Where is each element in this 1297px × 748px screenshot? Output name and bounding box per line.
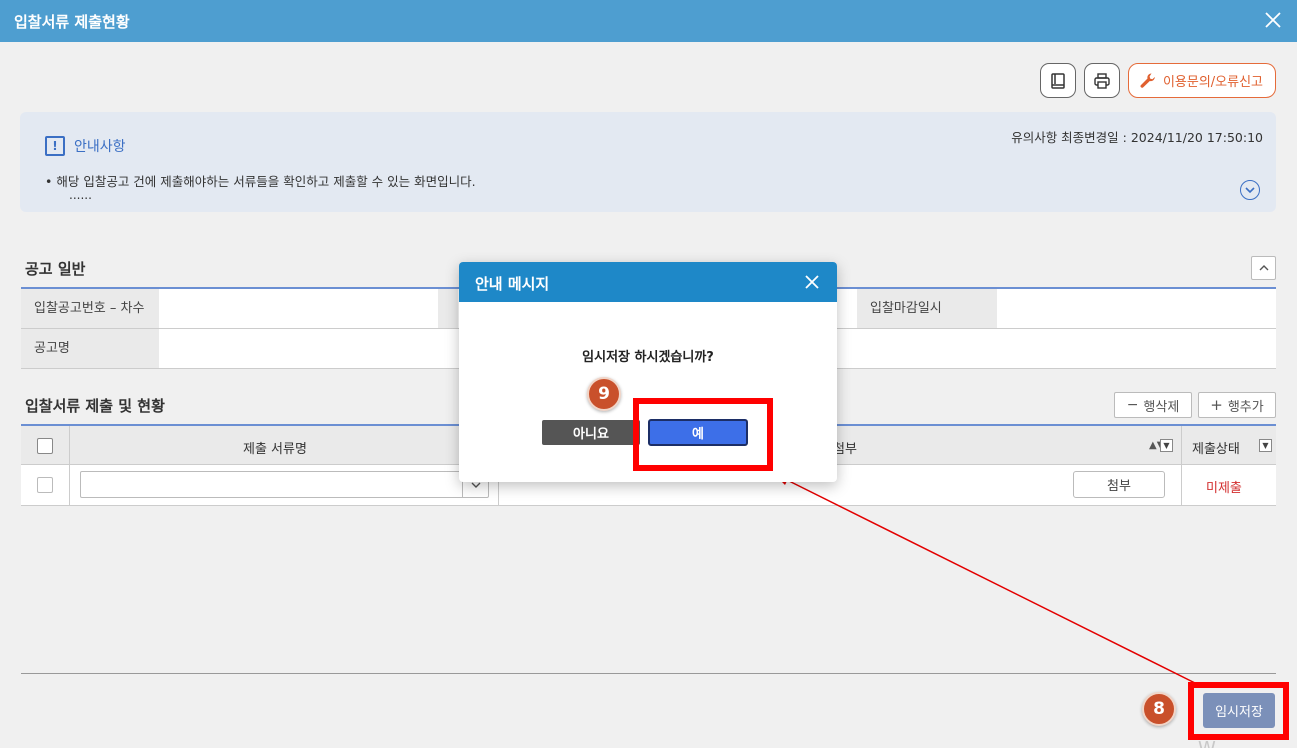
- highlight-box-yes: [633, 398, 773, 471]
- step-badge-8: 8: [1142, 692, 1176, 726]
- dialog-message: 임시저장 하시겠습니까?: [582, 350, 714, 365]
- dialog-header: 안내 메시지: [459, 262, 837, 302]
- highlight-box-save: [1188, 682, 1289, 740]
- no-button[interactable]: 아니요: [542, 420, 640, 445]
- step-badge-9: 9: [587, 377, 621, 411]
- close-icon[interactable]: [803, 273, 821, 291]
- dialog-title: 안내 메시지: [475, 275, 550, 293]
